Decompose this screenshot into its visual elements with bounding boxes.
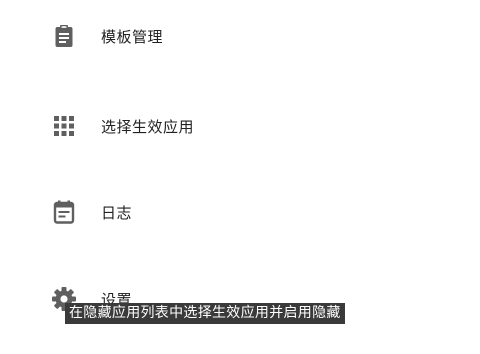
menu-item-logs[interactable]: 日志 xyxy=(0,188,480,236)
calendar-icon xyxy=(50,198,78,226)
grid-icon xyxy=(50,112,78,140)
menu-item-select-apps[interactable]: 选择生效应用 xyxy=(0,102,480,150)
menu-item-label: 日志 xyxy=(101,203,133,222)
drawer-menu: 模板管理 选择生效应用 日志 设置 在隐藏应用列表中选择生效应用并启用隐藏 xyxy=(0,0,480,354)
menu-item-label: 选择生效应用 xyxy=(101,117,195,136)
menu-item-label: 模板管理 xyxy=(101,27,164,46)
menu-item-template-management[interactable]: 模板管理 xyxy=(0,12,480,60)
subtitle-caption: 在隐藏应用列表中选择生效应用并启用隐藏 xyxy=(65,303,345,324)
clipboard-icon xyxy=(50,22,78,50)
